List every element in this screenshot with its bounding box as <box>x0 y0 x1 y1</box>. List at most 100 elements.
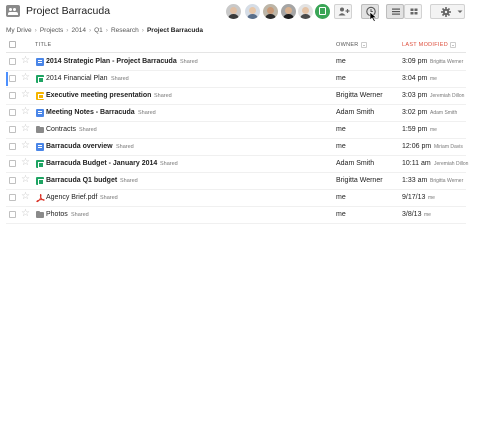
owner-sort-icon[interactable] <box>361 42 367 48</box>
row-checkbox[interactable] <box>9 126 16 133</box>
file-name[interactable]: Barracuda Budget - January 2014 <box>46 160 157 167</box>
breadcrumb-item-2014[interactable]: 2014 <box>71 27 85 34</box>
google-sheet-icon <box>36 160 44 168</box>
star-icon[interactable]: ☆ <box>21 174 30 186</box>
file-name[interactable]: Barracuda overview <box>46 143 113 150</box>
last-modified-sort-icon[interactable] <box>450 42 456 48</box>
owner-cell: Adam Smith <box>336 109 375 116</box>
collaborator-avatar-3[interactable] <box>263 4 278 19</box>
avatar-face <box>302 7 309 14</box>
mouse-cursor-icon <box>369 11 378 22</box>
file-name[interactable]: 2014 Strategic Plan - Project Barracuda <box>46 58 177 65</box>
row-checkbox[interactable] <box>9 58 16 65</box>
collaborator-avatar-1[interactable] <box>226 4 241 19</box>
collaborator-avatar-4[interactable] <box>281 4 296 19</box>
add-people-button[interactable] <box>334 4 352 19</box>
star-icon[interactable]: ☆ <box>21 55 30 67</box>
row-checkbox[interactable] <box>9 75 16 82</box>
star-icon[interactable]: ☆ <box>21 106 30 118</box>
file-name[interactable]: Agency Brief.pdf <box>46 194 97 201</box>
breadcrumb-item-q1[interactable]: Q1 <box>94 27 103 34</box>
modified-by: me <box>430 76 437 82</box>
top-bar: Project Barracuda <box>0 0 480 24</box>
modified-by: me <box>430 127 437 133</box>
breadcrumb: My Drive › Projects › 2014 › Q1 › Research › Proje… <box>6 27 203 36</box>
chevron-down-icon <box>457 10 463 13</box>
settings-button[interactable] <box>430 4 465 19</box>
collaborator-avatar-5[interactable] <box>298 4 313 19</box>
title-column-header[interactable]: TITLE <box>35 42 51 48</box>
breadcrumb-item-my-drive[interactable]: My Drive <box>6 27 32 34</box>
file-row[interactable]: ☆ Photos Shared me 3/8/13 me <box>6 207 466 224</box>
modified-time: 1:59 pm <box>402 126 428 133</box>
last-modified-column-header[interactable]: LAST MODIFIED <box>402 42 448 48</box>
google-doc-icon <box>36 58 44 66</box>
file-row[interactable]: ☆ Executive meeting presentation Shared Bri… <box>6 88 466 105</box>
file-row[interactable]: ☆ Barracuda Budget - January 2014 Shared Ad… <box>6 156 468 173</box>
file-name[interactable]: Meeting Notes - Barracuda <box>46 109 135 116</box>
star-icon[interactable]: ☆ <box>21 140 30 152</box>
file-row[interactable]: ☆ Agency Brief.pdf Shared me 9/17/13 me <box>6 190 466 207</box>
file-row[interactable]: ☆ Meeting Notes - Barracuda Shared Adam Smi… <box>6 105 466 122</box>
breadcrumb-separator: › <box>88 27 92 34</box>
avatar-body <box>283 14 294 19</box>
grid-view-button[interactable] <box>404 4 422 19</box>
file-row[interactable]: ☆ Barracuda overview Shared me 12:06 pm Miria… <box>6 139 466 156</box>
list-view-button[interactable] <box>386 4 404 19</box>
shared-folder-icon <box>36 211 44 219</box>
file-row[interactable]: ☆ 2014 Financial Plan Shared me 3:04 pm me <box>6 71 466 88</box>
file-row[interactable]: ☆ Barracuda Q1 budget Shared Brigitta Werne… <box>6 173 466 190</box>
shared-label: Shared <box>116 144 134 150</box>
file-list-header: TITLE OWNER LAST MODIFIED <box>6 38 466 53</box>
row-checkbox[interactable] <box>9 160 16 167</box>
row-checkbox[interactable] <box>9 109 16 116</box>
owner-cell: Adam Smith <box>336 160 375 167</box>
shared-label: Shared <box>180 59 198 65</box>
modified-time: 9/17/13 <box>402 194 426 201</box>
modified-by: me <box>424 212 431 218</box>
star-icon[interactable]: ☆ <box>21 208 30 220</box>
share-status-icon[interactable] <box>315 4 330 19</box>
row-checkbox[interactable] <box>9 211 16 218</box>
page-title: Project Barracuda <box>26 5 111 17</box>
file-name[interactable]: Contracts <box>46 126 76 133</box>
row-checkbox[interactable] <box>9 194 16 201</box>
modified-time: 3:09 pm <box>402 58 428 65</box>
gear-icon <box>441 7 451 17</box>
breadcrumb-item-projects[interactable]: Projects <box>40 27 63 34</box>
owner-column-header[interactable]: OWNER <box>336 42 359 48</box>
modified-time: 3:02 pm <box>402 109 428 116</box>
owner-cell: me <box>336 194 346 201</box>
breadcrumb-item-research[interactable]: Research <box>111 27 139 34</box>
modified-time: 3:04 pm <box>402 75 428 82</box>
star-icon[interactable]: ☆ <box>21 191 30 203</box>
shared-label: Shared <box>138 110 156 116</box>
list-view-icon <box>392 8 400 15</box>
modified-by: Brigitta Werner <box>430 59 464 65</box>
row-checkbox[interactable] <box>9 177 16 184</box>
file-name[interactable]: Photos <box>46 211 68 218</box>
breadcrumb-separator: › <box>34 27 37 34</box>
row-checkbox[interactable] <box>9 143 16 150</box>
avatar-body <box>265 14 276 19</box>
star-icon[interactable]: ☆ <box>21 157 30 169</box>
shared-folder-icon <box>6 5 20 17</box>
modified-by: Jeremiah Dillon <box>430 93 465 99</box>
star-icon[interactable]: ☆ <box>21 72 30 84</box>
breadcrumb-separator: › <box>66 27 69 34</box>
select-all-checkbox[interactable] <box>9 41 16 48</box>
file-name[interactable]: 2014 Financial Plan <box>46 75 108 82</box>
file-name[interactable]: Barracuda Q1 budget <box>46 177 117 184</box>
file-row[interactable]: ☆ Contracts Shared me 1:59 pm me <box>6 122 466 139</box>
star-icon[interactable]: ☆ <box>21 89 30 101</box>
file-name[interactable]: Executive meeting presentation <box>46 92 151 99</box>
star-icon[interactable]: ☆ <box>21 123 30 135</box>
avatar-face <box>230 7 237 14</box>
google-sheet-icon <box>36 177 44 185</box>
google-doc-icon <box>36 109 44 117</box>
collaborator-avatar-2[interactable] <box>245 4 260 19</box>
modified-time: 12:06 pm <box>402 143 432 150</box>
row-checkbox[interactable] <box>9 92 16 99</box>
file-list: ☆ 2014 Strategic Plan - Project Barracuda… <box>6 54 468 224</box>
file-row[interactable]: ☆ 2014 Strategic Plan - Project Barracuda… <box>6 54 466 71</box>
